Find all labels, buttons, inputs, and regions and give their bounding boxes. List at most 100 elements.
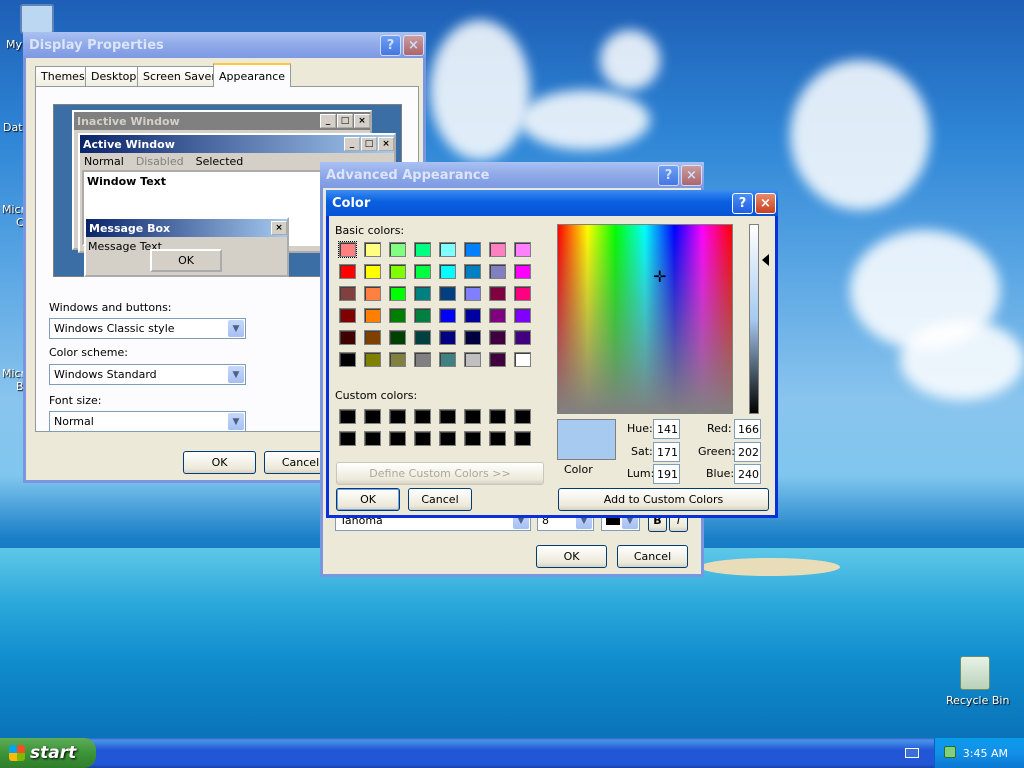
color-swatch[interactable] <box>364 242 381 257</box>
color-swatch[interactable] <box>338 241 357 258</box>
lum-field[interactable]: 191 <box>653 464 680 484</box>
color-swatch[interactable] <box>464 308 481 323</box>
recycle-bin-label[interactable]: Recycle Bin <box>946 694 1009 707</box>
color-swatch[interactable] <box>439 286 456 301</box>
color-swatch[interactable] <box>364 409 381 424</box>
color-scheme-select[interactable]: Windows Standard ▼ <box>49 364 246 385</box>
color-swatch[interactable] <box>464 242 481 257</box>
color-swatch[interactable] <box>414 264 431 279</box>
color-swatch[interactable] <box>489 352 506 367</box>
advanced-appearance-titlebar[interactable]: Advanced Appearance ? × <box>320 162 704 188</box>
add-to-custom-colors-button[interactable]: Add to Custom Colors <box>558 488 769 511</box>
color-swatch[interactable] <box>439 330 456 345</box>
luminosity-slider[interactable] <box>749 224 759 414</box>
keyboard-icon[interactable] <box>905 748 919 758</box>
color-swatch[interactable] <box>489 431 506 446</box>
color-swatch[interactable] <box>414 431 431 446</box>
color-swatch[interactable] <box>364 330 381 345</box>
color-swatch[interactable] <box>364 286 381 301</box>
define-custom-colors-button[interactable]: Define Custom Colors >> <box>336 462 544 485</box>
color-swatch[interactable] <box>489 242 506 257</box>
recycle-bin-icon[interactable] <box>960 656 990 690</box>
help-icon[interactable]: ? <box>732 192 753 214</box>
color-swatch[interactable] <box>439 242 456 257</box>
ok-button[interactable]: OK <box>336 488 400 511</box>
color-swatch[interactable] <box>489 264 506 279</box>
tab-screen-saver[interactable]: Screen Saver <box>137 66 222 86</box>
color-swatch[interactable] <box>364 308 381 323</box>
color-swatch[interactable] <box>464 431 481 446</box>
display-properties-titlebar[interactable]: Display Properties ? × <box>23 32 426 58</box>
color-swatch[interactable] <box>489 286 506 301</box>
clock[interactable]: 3:45 AM <box>963 747 1008 760</box>
color-swatch[interactable] <box>514 264 531 279</box>
color-swatch[interactable] <box>339 330 356 345</box>
color-swatch[interactable] <box>414 352 431 367</box>
color-swatch[interactable] <box>389 431 406 446</box>
my-computer-icon[interactable] <box>20 4 54 34</box>
font-size-select[interactable]: Normal ▼ <box>49 411 246 432</box>
color-swatch[interactable] <box>464 352 481 367</box>
color-swatch[interactable] <box>439 264 456 279</box>
color-swatch[interactable] <box>439 431 456 446</box>
color-swatch[interactable] <box>339 286 356 301</box>
cancel-button[interactable]: Cancel <box>408 488 472 511</box>
color-swatch[interactable] <box>439 409 456 424</box>
color-swatch[interactable] <box>339 431 356 446</box>
tab-desktop[interactable]: Desktop <box>85 66 143 86</box>
color-swatch[interactable] <box>339 352 356 367</box>
color-swatch[interactable] <box>514 286 531 301</box>
color-swatch[interactable] <box>414 286 431 301</box>
color-swatch[interactable] <box>439 352 456 367</box>
color-swatch[interactable] <box>514 330 531 345</box>
tab-appearance[interactable]: Appearance <box>213 63 292 87</box>
color-swatch[interactable] <box>339 409 356 424</box>
windows-buttons-select[interactable]: Windows Classic style ▼ <box>49 318 246 339</box>
chevron-down-icon[interactable]: ▼ <box>228 320 244 337</box>
tab-themes[interactable]: Themes <box>35 66 91 86</box>
color-swatch[interactable] <box>514 409 531 424</box>
close-icon[interactable]: × <box>681 164 702 186</box>
color-swatch[interactable] <box>339 264 356 279</box>
color-swatch[interactable] <box>489 409 506 424</box>
color-dialog-titlebar[interactable]: Color ? × <box>326 190 778 216</box>
ok-button[interactable]: OK <box>536 545 607 568</box>
desktop-icon-label[interactable]: My <box>6 38 22 51</box>
color-swatch[interactable] <box>389 264 406 279</box>
color-swatch[interactable] <box>414 409 431 424</box>
color-swatch[interactable] <box>339 308 356 323</box>
blue-field[interactable]: 240 <box>734 464 761 484</box>
cancel-button[interactable]: Cancel <box>617 545 688 568</box>
color-swatch[interactable] <box>389 242 406 257</box>
ok-button[interactable]: OK <box>183 451 256 474</box>
red-field[interactable]: 166 <box>734 419 761 439</box>
slider-arrow-icon[interactable] <box>762 254 769 266</box>
help-icon[interactable]: ? <box>658 164 679 186</box>
network-icon[interactable] <box>944 746 956 758</box>
color-swatch[interactable] <box>464 330 481 345</box>
hue-field[interactable]: 141 <box>653 419 680 439</box>
color-spectrum[interactable]: ✛ <box>557 224 733 414</box>
color-swatch[interactable] <box>389 330 406 345</box>
close-icon[interactable]: × <box>755 192 776 214</box>
color-swatch[interactable] <box>414 242 431 257</box>
color-swatch[interactable] <box>489 308 506 323</box>
color-swatch[interactable] <box>464 409 481 424</box>
color-swatch[interactable] <box>389 308 406 323</box>
color-swatch[interactable] <box>389 409 406 424</box>
sat-field[interactable]: 171 <box>653 442 680 462</box>
color-swatch[interactable] <box>514 242 531 257</box>
color-swatch[interactable] <box>514 308 531 323</box>
color-swatch[interactable] <box>514 352 531 367</box>
color-swatch[interactable] <box>389 352 406 367</box>
start-button[interactable]: start <box>0 738 96 768</box>
color-swatch[interactable] <box>414 330 431 345</box>
close-icon[interactable]: × <box>403 34 424 56</box>
color-swatch[interactable] <box>364 264 381 279</box>
color-swatch[interactable] <box>389 286 406 301</box>
color-swatch[interactable] <box>414 308 431 323</box>
help-icon[interactable]: ? <box>380 34 401 56</box>
chevron-down-icon[interactable]: ▼ <box>228 366 244 383</box>
color-swatch[interactable] <box>489 330 506 345</box>
color-swatch[interactable] <box>439 308 456 323</box>
